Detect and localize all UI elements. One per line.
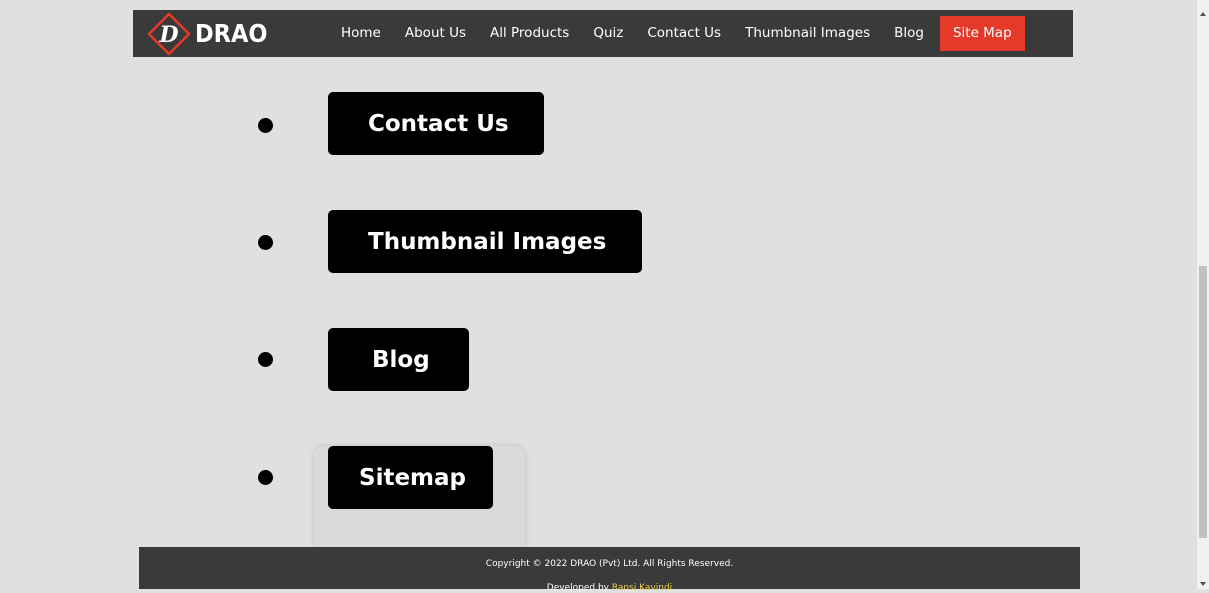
list-bullet bbox=[258, 470, 273, 485]
sitemap-link-contact-us[interactable]: Contact Us bbox=[328, 92, 544, 155]
nav-thumbnail-images[interactable]: Thumbnail Images bbox=[733, 16, 882, 51]
drao-logo-icon: D bbox=[147, 11, 191, 56]
footer-developer: Developed by Ransi Kavindi bbox=[139, 583, 1080, 593]
nav-site-map[interactable]: Site Map bbox=[939, 16, 1025, 51]
sitemap-link-blog[interactable]: Blog bbox=[328, 328, 469, 391]
nav-quiz[interactable]: Quiz bbox=[581, 16, 635, 51]
list-bullet bbox=[258, 235, 273, 250]
sitemap-link-thumbnail-images[interactable]: Thumbnail Images bbox=[328, 210, 642, 273]
footer: Copyright © 2022 DRAO (Pvt) Ltd. All Rig… bbox=[139, 547, 1080, 593]
svg-text:D: D bbox=[158, 22, 178, 48]
nav-all-products[interactable]: All Products bbox=[478, 16, 581, 51]
list-bullet bbox=[258, 352, 273, 367]
scroll-thumb[interactable] bbox=[1199, 266, 1207, 538]
top-navbar: D DRAO Home About Us All Products Quiz C… bbox=[133, 10, 1073, 57]
nav-contact-us[interactable]: Contact Us bbox=[635, 16, 733, 51]
developer-link[interactable]: Ransi Kavindi bbox=[612, 583, 672, 593]
nav-links: Home About Us All Products Quiz Contact … bbox=[329, 10, 1025, 57]
brand-logo[interactable]: D DRAO bbox=[147, 11, 276, 56]
scroll-down-icon[interactable] bbox=[1200, 582, 1206, 586]
brand-name: DRAO bbox=[195, 19, 268, 48]
nav-home[interactable]: Home bbox=[329, 16, 393, 51]
scroll-up-icon[interactable] bbox=[1200, 12, 1206, 16]
nav-about-us[interactable]: About Us bbox=[393, 16, 478, 51]
nav-blog[interactable]: Blog bbox=[882, 16, 936, 51]
footer-copyright: Copyright © 2022 DRAO (Pvt) Ltd. All Rig… bbox=[485, 559, 734, 569]
vertical-scrollbar[interactable] bbox=[1197, 0, 1209, 589]
sitemap-link-sitemap[interactable]: Sitemap bbox=[328, 446, 493, 509]
footer-developed-prefix: Developed by bbox=[546, 583, 612, 593]
list-bullet bbox=[258, 118, 273, 133]
